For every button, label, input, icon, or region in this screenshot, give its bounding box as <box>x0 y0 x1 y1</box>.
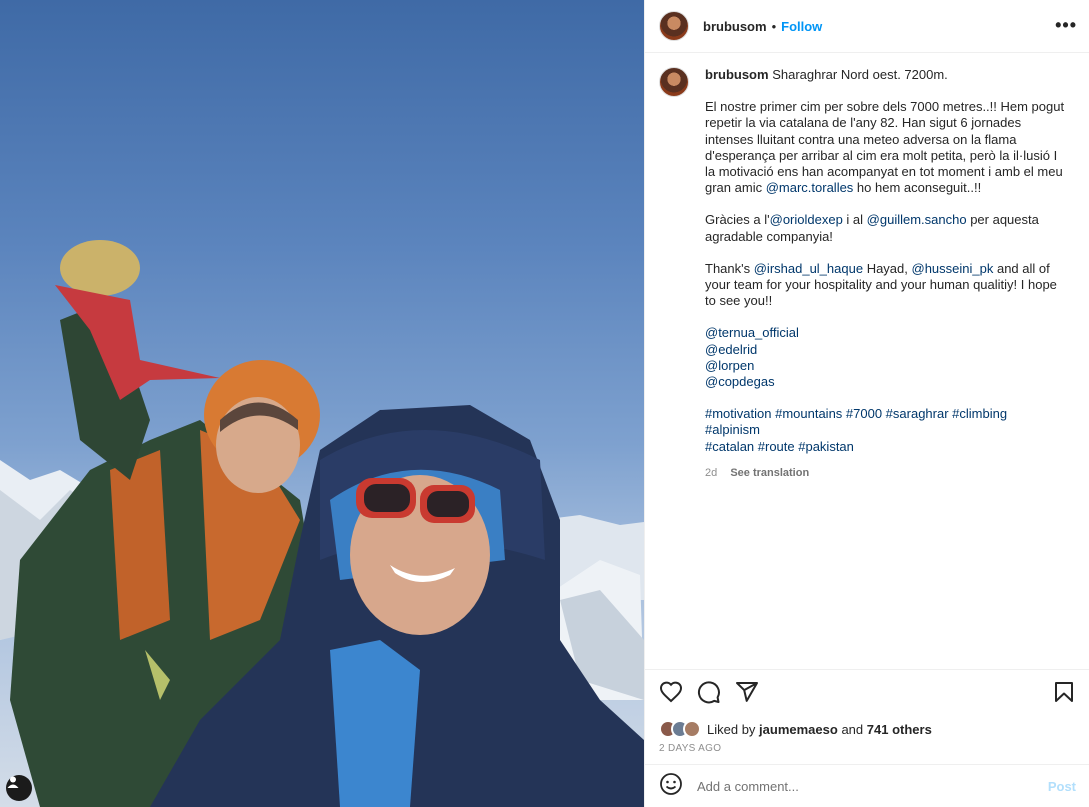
avatar[interactable] <box>659 11 689 41</box>
hashtags: #motivation #mountains #7000 #saraghrar … <box>705 406 1067 455</box>
post-date[interactable]: 2 DAYS AGO <box>659 743 1076 754</box>
caption-text: brubusom Sharaghrar Nord oest. 7200m. El… <box>705 67 1067 668</box>
likes-prefix: Liked by <box>707 721 756 737</box>
post-header: brubusom • Follow ••• <box>645 0 1089 53</box>
caption-text-fragment: Hayad, <box>863 260 912 276</box>
mention-link[interactable]: @orioldexep <box>770 212 843 227</box>
mention-link[interactable]: @marc.toralles <box>766 180 854 195</box>
mention-link[interactable]: @husseini_pk <box>912 261 994 276</box>
post-comment-button[interactable]: Post <box>1048 779 1076 794</box>
comment-icon[interactable] <box>697 680 721 709</box>
caption-paragraph-3: Thank's <box>705 260 754 276</box>
comment-bar: Post <box>645 764 1089 807</box>
see-translation-button[interactable]: See translation <box>730 467 809 479</box>
post-detail-panel: brubusom • Follow ••• brubusom Sharaghra… <box>644 0 1089 807</box>
bookmark-icon[interactable] <box>1052 680 1076 709</box>
more-options-icon[interactable]: ••• <box>1055 16 1077 34</box>
caption-paragraph-2: Gràcies a l' <box>705 212 770 228</box>
mention-link[interactable]: @copdegas <box>705 374 775 389</box>
summit-selfie-illustration <box>0 240 644 807</box>
hashtag-link[interactable]: #alpinism <box>705 422 760 437</box>
caption-text-fragment: i al <box>842 212 867 228</box>
hashtag-link[interactable]: #catalan #route #pakistan <box>705 439 854 454</box>
liker-username[interactable]: jaumemaeso <box>759 722 838 737</box>
likes-count[interactable]: 741 others <box>867 722 932 737</box>
hashtag-link[interactable]: #motivation #mountains #7000 #saraghrar … <box>705 406 1007 421</box>
caption-title: Sharaghrar Nord oest. 7200m. <box>772 67 948 82</box>
emoji-icon[interactable] <box>659 772 683 801</box>
heart-icon[interactable] <box>659 680 683 709</box>
caption-avatar[interactable] <box>659 67 689 97</box>
caption-paragraph-1-end: ho hem aconseguit..!! <box>853 180 982 196</box>
mention-link[interactable]: @edelrid <box>705 342 757 357</box>
caption-username[interactable]: brubusom <box>705 67 769 82</box>
post-age: 2d <box>705 466 718 479</box>
comment-input[interactable] <box>697 778 1048 794</box>
share-icon[interactable] <box>735 680 759 709</box>
caption-area: brubusom Sharaghrar Nord oest. 7200m. El… <box>645 54 1089 668</box>
likes-row: Liked by jaumemaeso and 741 others <box>659 720 1076 738</box>
user-tag-icon[interactable] <box>6 775 32 801</box>
liker-avatars[interactable] <box>659 720 701 738</box>
caption-meta: 2d See translation <box>705 465 1067 481</box>
mention-link[interactable]: @lorpen <box>705 358 754 373</box>
action-bar: Liked by jaumemaeso and 741 others 2 DAY… <box>645 669 1089 764</box>
author-username[interactable]: brubusom <box>703 19 767 34</box>
mention-link[interactable]: @irshad_ul_haque <box>754 261 863 276</box>
mention-link[interactable]: @ternua_official <box>705 325 799 340</box>
follow-button[interactable]: Follow <box>781 19 822 34</box>
sponsor-mentions: @ternua_official @edelrid @lorpen @copde… <box>705 325 1067 390</box>
mention-link[interactable]: @guillem.sancho <box>867 212 967 227</box>
likes-middle: and <box>841 721 864 737</box>
separator-dot: • <box>771 18 777 34</box>
post-photo[interactable] <box>0 0 644 807</box>
